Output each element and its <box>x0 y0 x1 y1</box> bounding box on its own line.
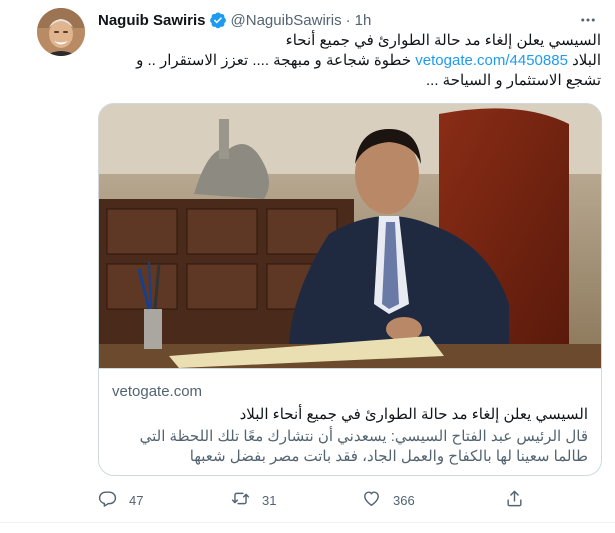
avatar-image <box>37 8 85 56</box>
reply-button[interactable]: 47 <box>98 488 143 512</box>
tweet-text-line-2-suffix: خطوة شجاعة و مبهجة .... تعزز الاستقرار .… <box>136 52 412 69</box>
tweet-text-line-1: السيسي يعلن إلغاء مد حالة الطوارئ في جمي… <box>285 32 601 49</box>
like-count: 366 <box>393 492 415 508</box>
tweet[interactable]: Naguib Sawiris @NaguibSawiris · 1h السيس… <box>0 0 615 533</box>
retweet-icon <box>231 489 250 511</box>
tweet-actions: 47 31 366 <box>98 488 538 512</box>
reply-count: 47 <box>129 492 144 508</box>
tweet-text-line-2: البلاد vetogate.com/4450885 خطوة شجاعة و… <box>98 51 601 71</box>
card-image[interactable] <box>99 104 601 369</box>
author-name[interactable]: Naguib Sawiris <box>98 12 206 29</box>
share-icon <box>505 489 524 511</box>
card-domain: vetogate.com <box>112 383 203 400</box>
avatar[interactable] <box>37 8 85 56</box>
like-button[interactable]: 366 <box>362 488 415 512</box>
tweet-text: السيسي يعلن إلغاء مد حالة الطوارئ في جمي… <box>98 31 601 91</box>
retweet-count: 31 <box>262 492 277 508</box>
retweet-button[interactable]: 31 <box>231 488 276 512</box>
heart-icon <box>362 489 381 511</box>
tweet-divider <box>0 522 615 523</box>
author-handle[interactable]: @NaguibSawiris <box>231 12 342 29</box>
tweet-header: Naguib Sawiris @NaguibSawiris · 1h <box>98 10 371 30</box>
more-dots-icon[interactable] <box>578 10 598 30</box>
share-button[interactable] <box>505 488 524 512</box>
tweet-text-line-3: تشجع الاستثمار و السياحة ... <box>426 72 601 89</box>
tweet-time[interactable]: 1h <box>355 12 372 29</box>
card-title: السيسي يعلن إلغاء مد حالة الطوارئ في جمي… <box>239 406 588 423</box>
link-card[interactable]: vetogate.com السيسي يعلن إلغاء مد حالة ا… <box>98 103 602 476</box>
card-photo <box>99 104 601 368</box>
tweet-text-line-2-prefix: البلاد <box>572 52 601 69</box>
card-description: قال الرئيس عبد الفتاح السيسي: يسعدني أن … <box>139 428 588 465</box>
reply-icon <box>98 489 117 511</box>
verified-badge-icon <box>209 11 227 29</box>
tweet-link[interactable]: vetogate.com/4450885 <box>415 52 568 69</box>
separator-dot: · <box>345 11 351 29</box>
